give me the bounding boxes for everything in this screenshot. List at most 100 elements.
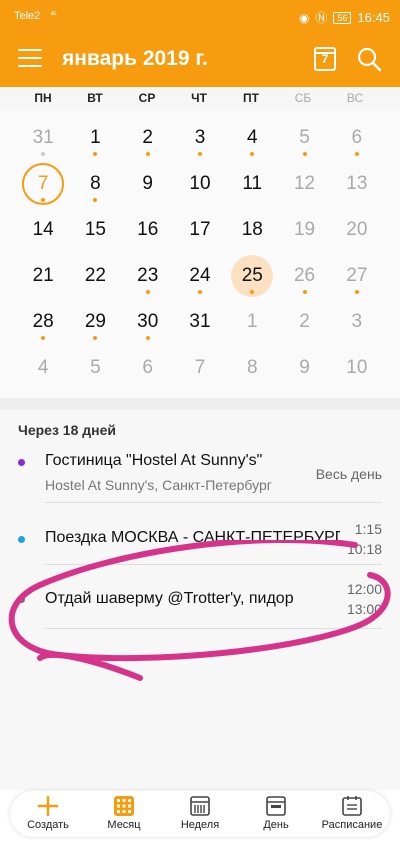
day-cell[interactable]: 22 [69, 247, 121, 293]
event-item[interactable]: Отдай шаверму @Trotter'y, пидор 12:00 13… [0, 576, 400, 636]
day-cell[interactable]: 17 [174, 201, 226, 247]
day-cell[interactable]: 9 [122, 155, 174, 201]
day-cell[interactable]: 5 [69, 339, 121, 385]
day-cell[interactable]: 21 [17, 247, 69, 293]
day-cell[interactable]: 3 [174, 109, 226, 156]
week-row: 14 15 16 17 18 19 20 [17, 201, 383, 247]
week-row: 28 29 30 31 1 2 3 [17, 293, 383, 340]
nav-label: Создать [27, 819, 69, 831]
day-cell[interactable]: 24 [174, 247, 226, 294]
week-row: 4 5 6 7 8 9 10 [17, 339, 383, 385]
event-time-end: 13:00 [346, 601, 382, 617]
day-cell[interactable]: 27 [331, 247, 383, 294]
event-divider [45, 628, 382, 629]
month-title[interactable]: январь 2019 г. [62, 47, 208, 71]
event-time: Весь день [315, 466, 382, 482]
nav-label: Неделя [180, 819, 220, 831]
search-icon[interactable] [356, 46, 382, 72]
week-row: 21 22 23 24 25 26 27 [17, 247, 383, 297]
weekday-header: ПН ВТ СР ЧТ ПТ СБ ВС [0, 87, 400, 109]
nav-label: Расписание [321, 819, 383, 831]
weekday-tue: ВТ [87, 91, 103, 105]
month-grid: 31 1 2 3 4 5 6 7 8 9 10 11 12 13 14 15 1… [17, 109, 383, 385]
nav-create[interactable]: Создать [10, 791, 86, 837]
menu-icon[interactable] [18, 49, 42, 69]
event-time-range: 12:00 13:00 [347, 579, 382, 619]
event-color-dot [18, 536, 25, 543]
nav-schedule[interactable]: Расписание [314, 791, 390, 837]
day-cell-today[interactable]: 7 [17, 155, 69, 205]
day-cell[interactable]: 12 [278, 155, 330, 201]
weekday-mon: ПН [34, 91, 52, 105]
day-cell[interactable]: 20 [331, 201, 383, 247]
day-cell[interactable]: 28 [17, 293, 69, 340]
day-cell[interactable]: 1 [226, 293, 278, 339]
section-divider [0, 398, 400, 410]
day-cell[interactable]: 10 [174, 155, 226, 201]
day-cell[interactable]: 4 [226, 109, 278, 156]
clock: 16:45 [357, 10, 390, 25]
events-heading: Через 18 дней [18, 422, 117, 438]
event-title: Гостиница "Hostel At Sunny's" [45, 452, 263, 469]
nfc-icon: Ⓝ [315, 11, 328, 25]
event-item[interactable]: Поездка МОСКВА - САНКТ-ПЕТЕРБУРГ 1:15 10… [0, 516, 400, 576]
day-cell[interactable]: 6 [331, 109, 383, 156]
schedule-icon [342, 796, 362, 816]
day-cell[interactable]: 31 [174, 293, 226, 339]
day-cell[interactable]: 4 [17, 339, 69, 385]
day-cell[interactable]: 13 [331, 155, 383, 201]
day-cell[interactable]: 3 [331, 293, 383, 339]
day-cell[interactable]: 7 [174, 339, 226, 385]
event-time-end: 10:18 [346, 541, 382, 557]
nav-label: День [263, 819, 289, 831]
day-cell[interactable]: 26 [278, 247, 330, 294]
nav-month[interactable]: Месяц [86, 791, 162, 837]
events-panel: Через 18 дней Гостиница "Hostel At Sunny… [0, 410, 400, 790]
plus-icon [38, 796, 58, 816]
day-cell[interactable]: 16 [122, 201, 174, 247]
event-title: Поездка МОСКВА - САНКТ-ПЕТЕРБУРГ [45, 529, 340, 546]
day-cell[interactable]: 23 [122, 247, 174, 294]
signal-icon: ⁴ᴳ [50, 10, 56, 19]
day-cell-selected[interactable]: 25 [226, 247, 278, 297]
day-cell[interactable]: 5 [278, 109, 330, 156]
event-time-start: 1:15 [354, 521, 382, 537]
day-cell[interactable]: 11 [226, 155, 278, 201]
day-cell[interactable]: 31 [17, 109, 69, 156]
weekday-wed: СР [138, 91, 156, 105]
day-cell[interactable]: 9 [278, 339, 330, 385]
day-cell[interactable]: 2 [278, 293, 330, 339]
status-bar: Tele2 ⁴ᴳ ◉ Ⓝ 56 16:45 [0, 0, 400, 33]
day-cell[interactable]: 1 [69, 109, 121, 156]
day-cell[interactable]: 10 [331, 339, 383, 385]
nav-week[interactable]: Неделя [162, 791, 238, 837]
today-button[interactable]: 7 [314, 47, 336, 71]
event-time-range: 1:15 10:18 [347, 519, 382, 559]
nav-label: Месяц [107, 819, 141, 831]
event-color-dot [18, 459, 25, 466]
eye-icon: ◉ [298, 10, 310, 25]
day-icon [266, 796, 286, 816]
day-cell[interactable]: 6 [122, 339, 174, 385]
event-time-start: 12:00 [346, 581, 382, 597]
weekday-fri: ПТ [243, 91, 259, 105]
event-color-dot [18, 596, 25, 603]
week-icon [190, 796, 210, 816]
weekday-sat: СБ [294, 91, 312, 105]
carrier-label: Tele2 [14, 10, 41, 22]
week-row: 7 8 9 10 11 12 13 [17, 155, 383, 205]
day-cell[interactable]: 8 [226, 339, 278, 385]
nav-day[interactable]: День [238, 791, 314, 837]
day-cell[interactable]: 30 [122, 293, 174, 340]
app-bar: январь 2019 г. 7 [0, 33, 400, 87]
day-cell[interactable]: 29 [69, 293, 121, 340]
month-grid-icon [114, 796, 134, 816]
weekday-sun: ВС [346, 91, 364, 105]
day-cell[interactable]: 18 [226, 201, 278, 247]
day-cell[interactable]: 2 [122, 109, 174, 156]
day-cell[interactable]: 15 [69, 201, 121, 247]
day-cell[interactable]: 8 [69, 155, 121, 202]
day-cell[interactable]: 19 [278, 201, 330, 247]
weekday-thu: ЧТ [191, 91, 207, 105]
day-cell[interactable]: 14 [17, 201, 69, 247]
